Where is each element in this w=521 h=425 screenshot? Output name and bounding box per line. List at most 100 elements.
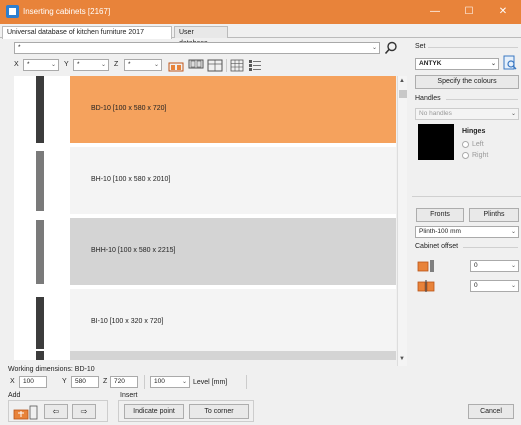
- hinge-right-radio[interactable]: [462, 152, 469, 159]
- cabinet-offset-label: Cabinet offset: [415, 243, 459, 250]
- move-right-button[interactable]: ⇨: [72, 404, 96, 419]
- offset-left-icon: [417, 260, 434, 272]
- hinge-left-radio[interactable]: [462, 141, 469, 148]
- cabinet-name: BI-10 [100 x 320 x 720]: [91, 318, 164, 325]
- cabinet-thumbnail: [14, 351, 70, 360]
- list-view-icon[interactable]: [248, 59, 262, 72]
- offset-right-value: 0: [474, 282, 478, 289]
- cabinet-thumbnail: [14, 289, 70, 356]
- scroll-down-icon[interactable]: ▼: [399, 356, 405, 362]
- plinth-value: Plinth-100 mm: [419, 228, 461, 235]
- chevron-down-icon: ⌄: [510, 111, 516, 117]
- add-group-label: Add: [8, 392, 21, 399]
- y-filter-label: Y: [64, 61, 69, 68]
- set-dropdown[interactable]: ANTYK ⌄: [415, 58, 499, 70]
- search-icon[interactable]: [384, 41, 398, 55]
- close-button[interactable]: ✕: [486, 0, 520, 24]
- cabinet-list[interactable]: BD-10 [100 x 580 x 720] BH-10 [100 x 580…: [14, 76, 396, 360]
- plinth-dropdown[interactable]: Plinth-100 mm ⌄: [415, 226, 519, 238]
- maximize-button[interactable]: ☐: [452, 0, 486, 24]
- insert-group-label: Insert: [120, 392, 138, 399]
- list-item[interactable]: BD-10 [100 x 580 x 720]: [14, 76, 396, 143]
- specify-colours-button[interactable]: Specify the colours: [415, 75, 519, 89]
- minimize-button[interactable]: —: [418, 0, 452, 24]
- set-value: ANTYK: [419, 60, 442, 67]
- working-z-value: 720: [114, 378, 125, 385]
- offset-between-icon: [417, 280, 435, 292]
- level-label: Level [mm]: [193, 379, 228, 386]
- catalog-filter-dropdown[interactable]: * ⌄: [14, 42, 380, 54]
- chevron-down-icon: ⌄: [510, 263, 516, 269]
- browse-set-icon[interactable]: [502, 55, 518, 71]
- cabinet-thumbnail: [14, 218, 70, 285]
- scrollbar-thumb[interactable]: [399, 90, 407, 98]
- tall-cabinet-filter-icon[interactable]: [207, 59, 223, 72]
- cancel-button[interactable]: Cancel: [468, 404, 514, 419]
- hinges-label: Hinges: [462, 128, 486, 135]
- add-cabinet-icon[interactable]: [13, 404, 39, 420]
- scroll-up-icon[interactable]: ▲: [399, 78, 405, 84]
- z-filter-dropdown[interactable]: * ⌄: [124, 59, 162, 71]
- plinths-button[interactable]: Plinths: [469, 208, 519, 222]
- title-bar: Inserting cabinets [2167] — ☐ ✕: [0, 0, 521, 24]
- handles-dropdown[interactable]: No handles ⌄: [415, 108, 519, 120]
- working-y-value: 580: [75, 378, 86, 385]
- x-filter-label: X: [14, 61, 19, 68]
- level-dropdown[interactable]: 100 ⌄: [150, 376, 190, 388]
- working-z-input[interactable]: 720: [110, 376, 138, 388]
- offset-left-dropdown[interactable]: 0 ⌄: [470, 260, 519, 272]
- working-y-input[interactable]: 580: [71, 376, 99, 388]
- cabinet-preview: [36, 151, 44, 211]
- to-corner-button[interactable]: To corner: [189, 404, 249, 419]
- move-left-button[interactable]: ⇦: [44, 404, 68, 419]
- x-filter-dropdown[interactable]: * ⌄: [23, 59, 59, 71]
- arrow-left-icon: ⇦: [52, 407, 60, 416]
- catalog-filter-value: *: [18, 44, 21, 51]
- chevron-down-icon: ⌄: [181, 379, 187, 385]
- list-item[interactable]: BHH-10 [100 x 580 x 2215]: [14, 218, 396, 285]
- cabinet-preview: [36, 297, 44, 349]
- working-x-value: 100: [23, 378, 34, 385]
- chevron-down-icon: ⌄: [100, 62, 106, 68]
- offset-group-line: [463, 247, 518, 248]
- wall-cabinet-filter-icon[interactable]: [188, 59, 204, 72]
- handle-preview: [418, 124, 454, 160]
- cabinet-name: BHH-10 [100 x 580 x 2215]: [91, 247, 176, 254]
- base-cabinet-filter-icon[interactable]: [168, 59, 184, 72]
- y-filter-dropdown[interactable]: * ⌄: [73, 59, 109, 71]
- indicate-point-button[interactable]: Indicate point: [124, 404, 184, 419]
- chevron-down-icon: ⌄: [153, 62, 159, 68]
- set-group-line: [428, 47, 518, 48]
- handles-label: Handles: [415, 95, 441, 102]
- arrow-right-icon: ⇨: [80, 407, 88, 416]
- z-filter-value: *: [128, 61, 131, 68]
- window-title: Inserting cabinets [2167]: [23, 7, 111, 16]
- list-item[interactable]: BI-10 [100 x 320 x 720]: [14, 289, 396, 356]
- working-x-input[interactable]: 100: [19, 376, 47, 388]
- list-item[interactable]: BH-10 [100 x 580 x 2010]: [14, 147, 396, 214]
- chevron-down-icon: ⌄: [510, 229, 516, 235]
- list-item[interactable]: [14, 351, 396, 360]
- working-dimensions-label: Working dimensions: BD-10: [8, 366, 95, 373]
- cabinet-preview: [36, 220, 44, 284]
- cabinet-preview: [36, 351, 44, 360]
- fronts-button[interactable]: Fronts: [416, 208, 464, 222]
- offset-right-dropdown[interactable]: 0 ⌄: [470, 280, 519, 292]
- working-x-label: X: [10, 378, 15, 385]
- set-label: Set: [415, 43, 426, 50]
- hinge-right-label: Right: [472, 152, 489, 159]
- grid-view-icon[interactable]: [230, 59, 244, 72]
- chevron-down-icon: ⌄: [371, 45, 377, 51]
- level-value: 100: [154, 378, 165, 385]
- cabinet-preview: [36, 76, 44, 143]
- handles-value: No handles: [419, 110, 452, 117]
- tab-user-database[interactable]: User database: [174, 26, 228, 47]
- cabinet-name: BD-10 [100 x 580 x 720]: [91, 105, 167, 112]
- database-tabs: Universal database of kitchen furniture …: [0, 25, 521, 47]
- hinge-left-label: Left: [472, 141, 484, 148]
- tab-universal-database[interactable]: Universal database of kitchen furniture …: [2, 26, 172, 39]
- cabinet-name: BH-10 [100 x 580 x 2010]: [91, 176, 171, 183]
- toolbar-divider: [226, 59, 227, 72]
- cabinet-thumbnail: [14, 76, 70, 143]
- list-scrollbar[interactable]: ▲ ▼: [397, 76, 407, 366]
